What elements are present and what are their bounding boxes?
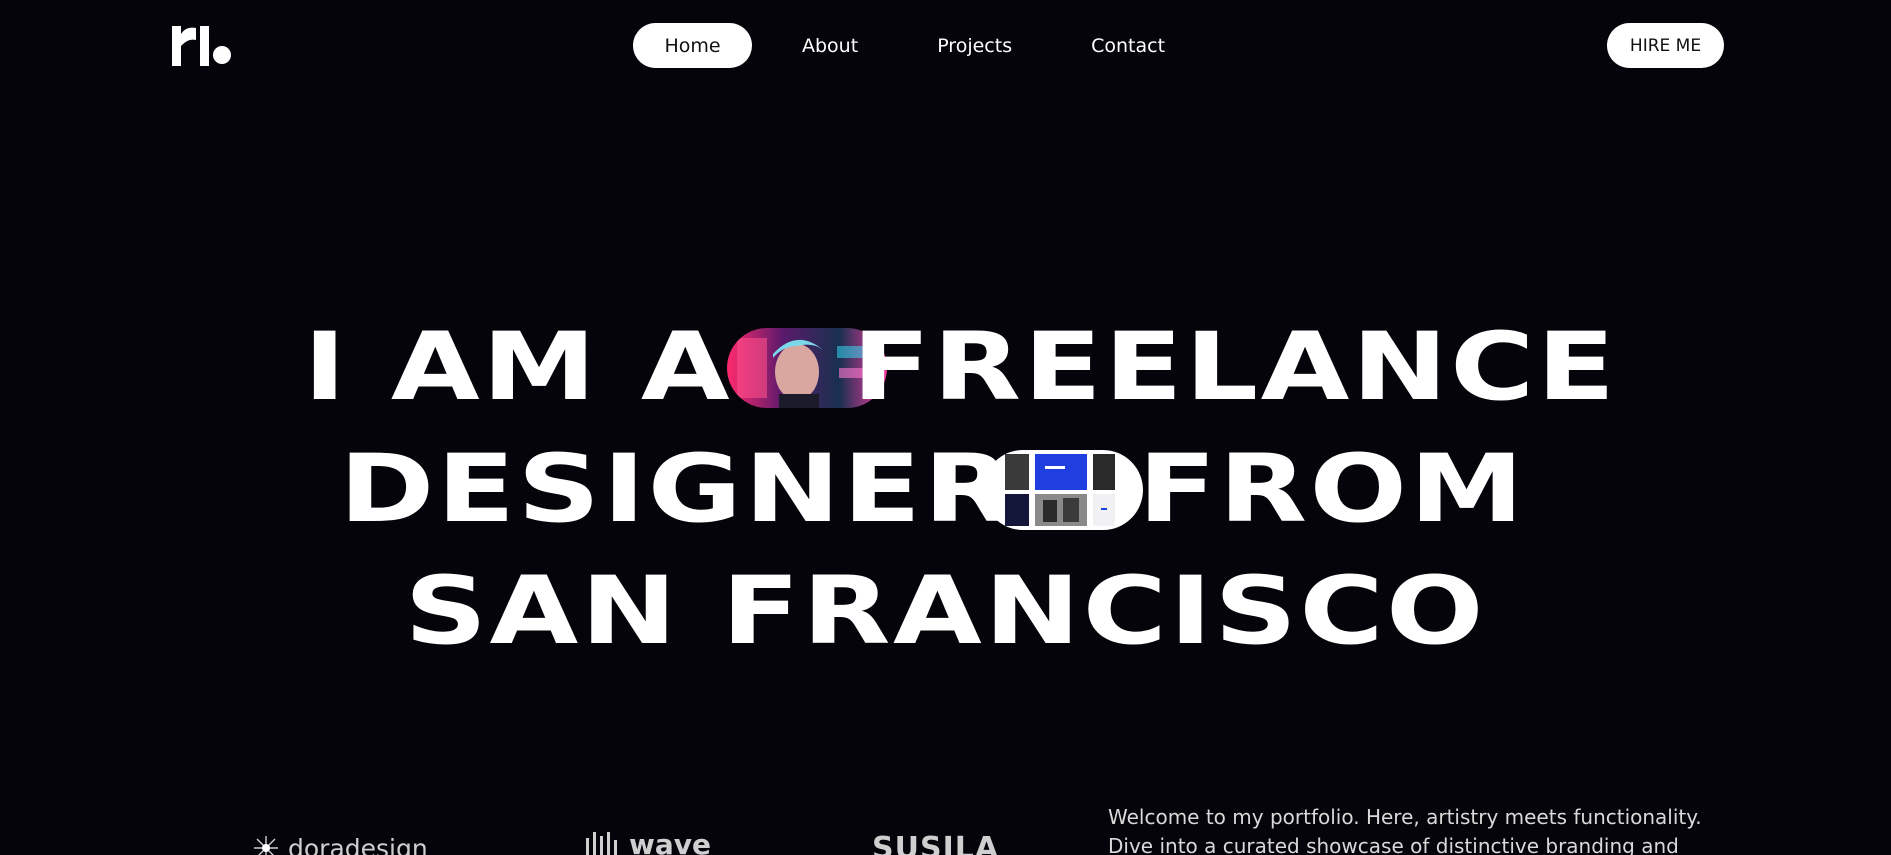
- intro-line-1: Welcome to my portfolio. Here, artistry …: [1108, 805, 1702, 829]
- hero-text: SAN FRANCISCO: [404, 557, 1487, 666]
- hero-line-2: DESIGNER FROM: [0, 440, 1891, 540]
- client-name: SUSILA: [872, 830, 1000, 855]
- hero-text: DESIGNER: [338, 435, 1015, 544]
- client-name: wave: [629, 827, 712, 855]
- site-logo[interactable]: [172, 26, 232, 66]
- client-logo-doradesign: doradesign: [252, 828, 428, 855]
- hero-text: FROM: [1138, 435, 1527, 544]
- page: Home About Projects Contact HIRE ME I AM…: [0, 0, 1891, 855]
- intro-line-2: Dive into a curated showcase of distinct…: [1108, 834, 1679, 855]
- client-logo-wave: wave: [585, 824, 711, 855]
- nav-home[interactable]: Home: [633, 23, 752, 68]
- nav-about[interactable]: About: [802, 23, 858, 68]
- rl-logo-icon: [172, 26, 231, 66]
- wave-bars-icon: [586, 832, 617, 855]
- hero-text: FREELANCE: [852, 313, 1619, 422]
- nav-contact[interactable]: Contact: [1091, 23, 1165, 68]
- hero-text: I AM A: [303, 313, 733, 422]
- intro-paragraph: Welcome to my portfolio. Here, artistry …: [1108, 803, 1728, 855]
- hero-line-1: I AM A FREELANCE: [0, 318, 1891, 418]
- hero-line-3: SAN FRANCISCO: [0, 562, 1891, 662]
- hire-me-button[interactable]: HIRE ME: [1607, 23, 1724, 68]
- client-name: doradesign: [288, 833, 428, 855]
- projects-thumbnail: [983, 450, 1144, 530]
- nav-projects[interactable]: Projects: [937, 23, 1012, 68]
- main-nav: Home About Projects Contact: [633, 23, 1165, 68]
- project-collage-icon: [983, 450, 1144, 530]
- client-logo-susila: SUSILA: [872, 828, 999, 855]
- starburst-icon: [254, 836, 278, 855]
